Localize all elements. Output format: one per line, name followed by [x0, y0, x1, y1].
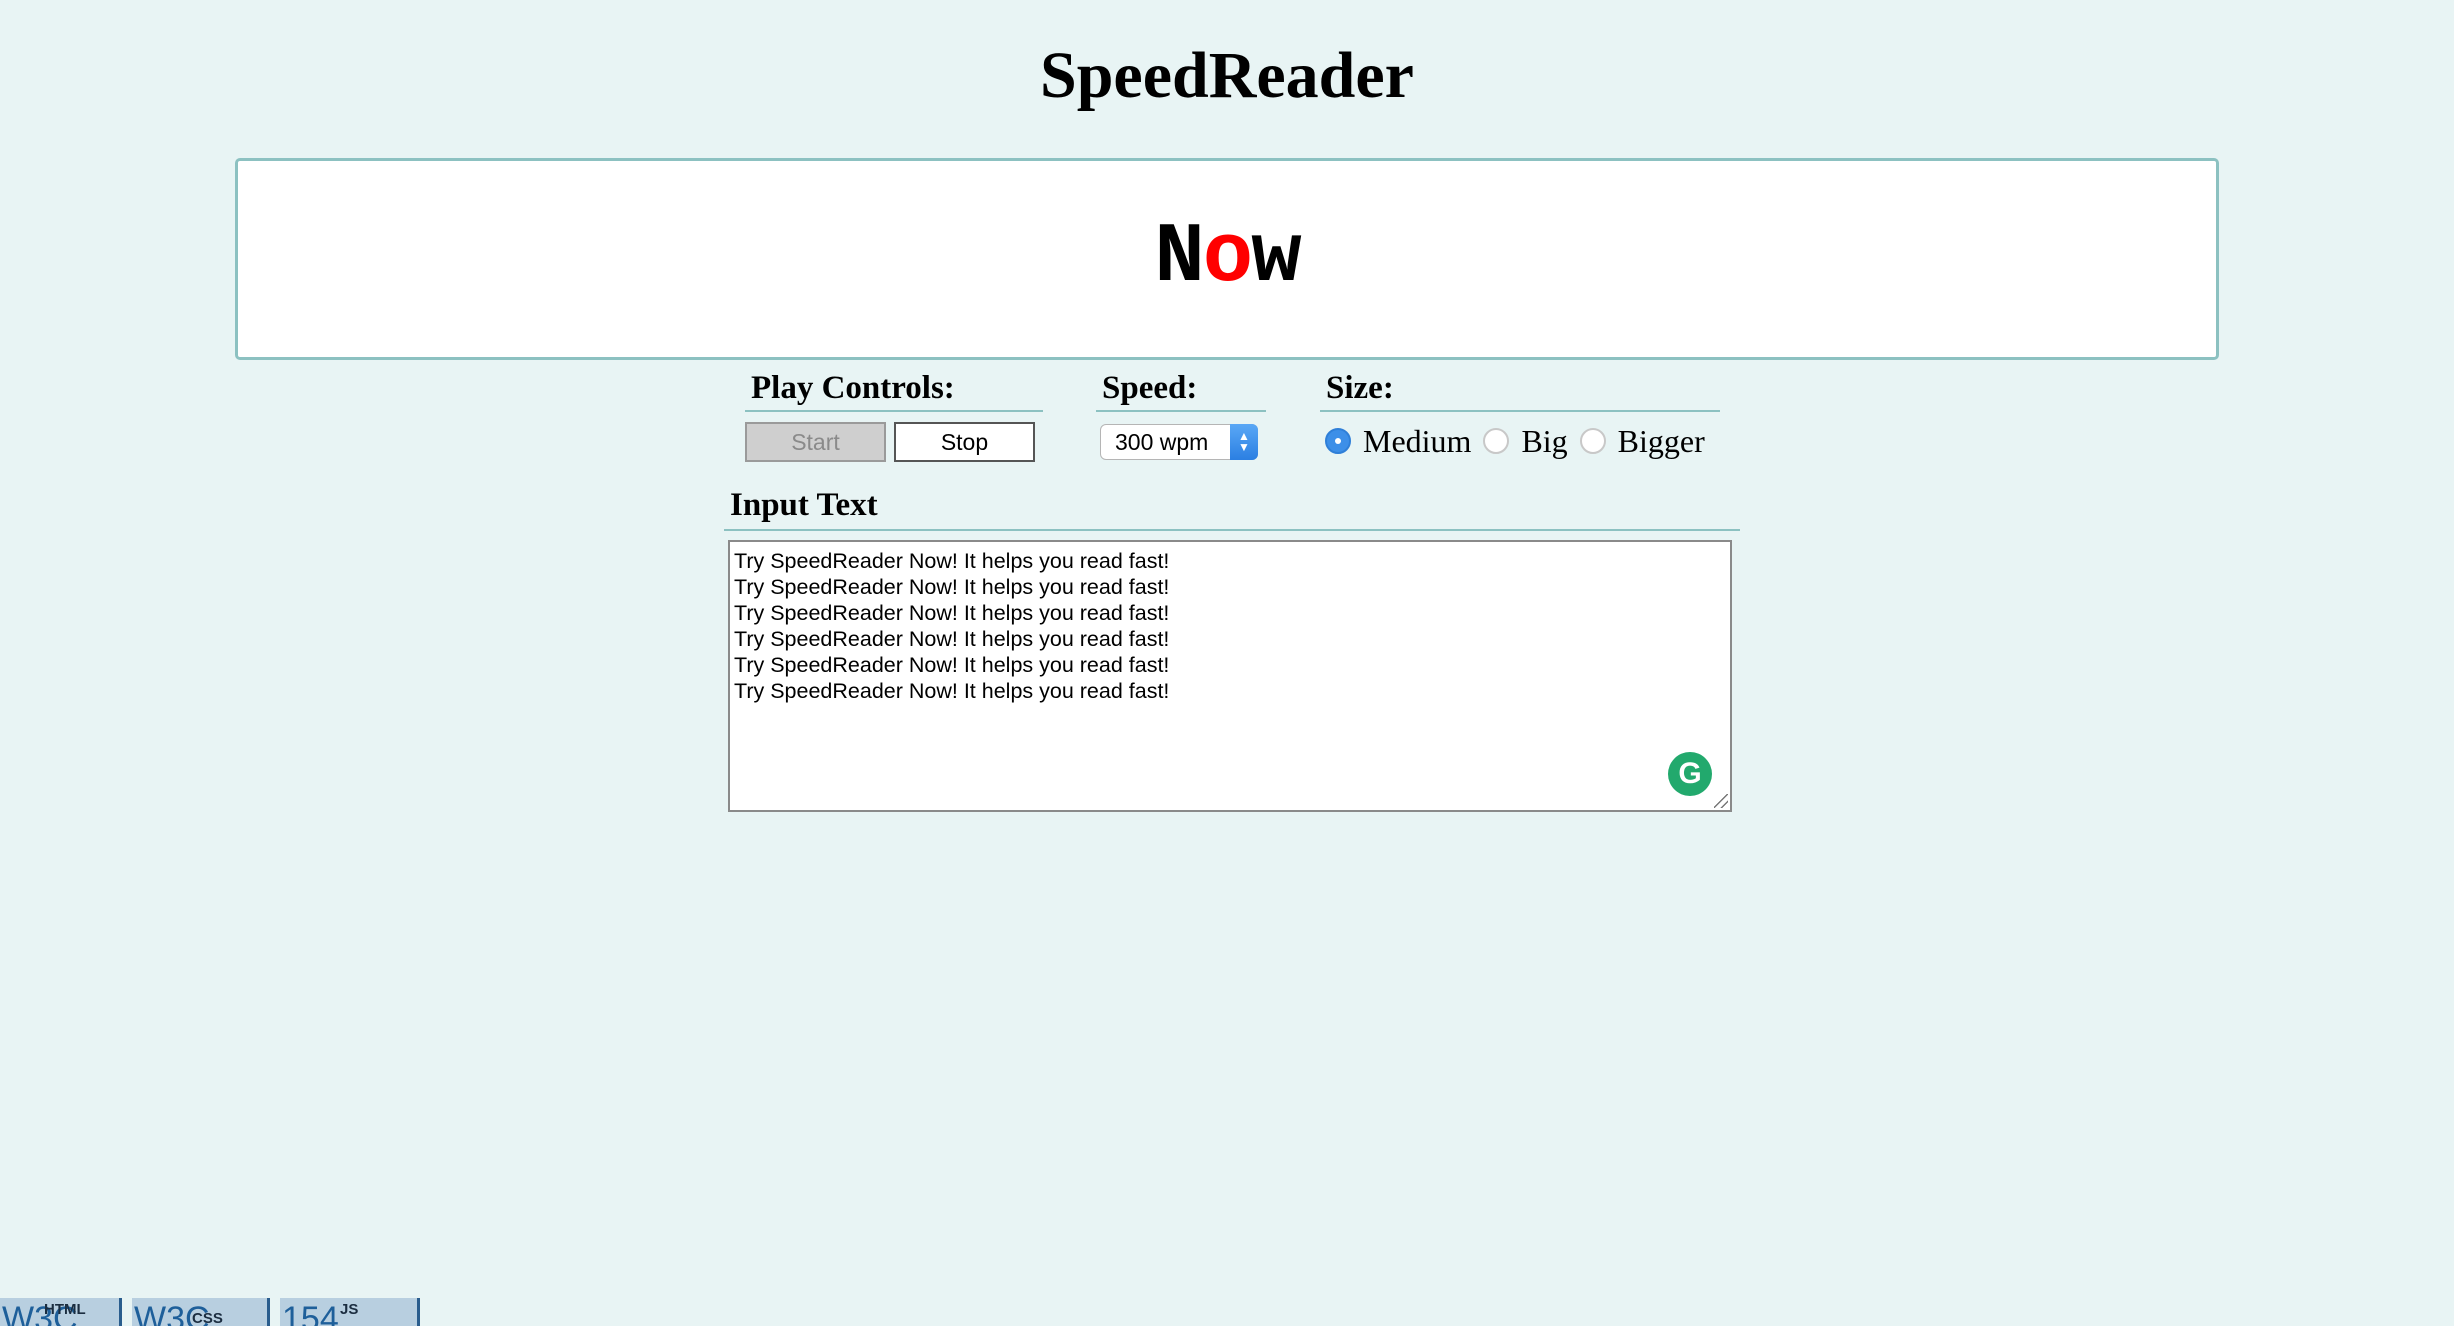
start-button[interactable]: Start [745, 422, 886, 462]
size-label-medium[interactable]: Medium [1363, 423, 1471, 460]
input-textarea[interactable]: Try SpeedReader Now! It helps you read f… [728, 540, 1732, 812]
html-badge-label: HTML [44, 1301, 86, 1318]
grammarly-icon[interactable]: G [1668, 752, 1712, 796]
page-title: SpeedReader [1040, 39, 1414, 112]
input-text-heading: Input Text [724, 485, 1740, 531]
size-radio-group: Medium Big Bigger [1325, 418, 1717, 464]
css-badge-label: CSS [192, 1310, 223, 1326]
current-word: Now [1154, 217, 1301, 301]
js-badge-label: JS [340, 1301, 359, 1318]
select-arrows-icon: ▲ ▼ [1230, 424, 1258, 460]
size-label-bigger[interactable]: Bigger [1618, 423, 1705, 460]
speed-select[interactable]: 300 wpm ▲ ▼ [1100, 424, 1258, 460]
html-validator-badge[interactable]: W3C HTML [0, 1298, 122, 1326]
speedreader-page: SpeedReader Now Play Controls: Start Sto… [0, 0, 2454, 1326]
stop-button[interactable]: Stop [894, 422, 1035, 462]
word-display: Now [235, 158, 2219, 360]
js-count-logo: 154 [282, 1300, 339, 1326]
size-radio-medium[interactable] [1325, 428, 1351, 454]
size-radio-big[interactable] [1483, 428, 1510, 454]
speed-selected-value: 300 wpm [1115, 428, 1209, 455]
word-prefix: N [1154, 211, 1204, 306]
css-validator-badge[interactable]: W3C CSS [132, 1298, 270, 1326]
js-validator-badge[interactable]: 154 JS [280, 1298, 420, 1326]
size-radio-bigger[interactable] [1579, 428, 1606, 454]
speed-heading: Speed: [1096, 368, 1266, 412]
play-controls-heading: Play Controls: [745, 368, 1043, 412]
size-heading: Size: [1320, 368, 1720, 412]
word-suffix: w [1251, 211, 1301, 306]
resize-handle-icon[interactable] [1714, 794, 1728, 808]
size-label-big[interactable]: Big [1521, 423, 1567, 460]
word-focus-letter: o [1202, 211, 1253, 306]
